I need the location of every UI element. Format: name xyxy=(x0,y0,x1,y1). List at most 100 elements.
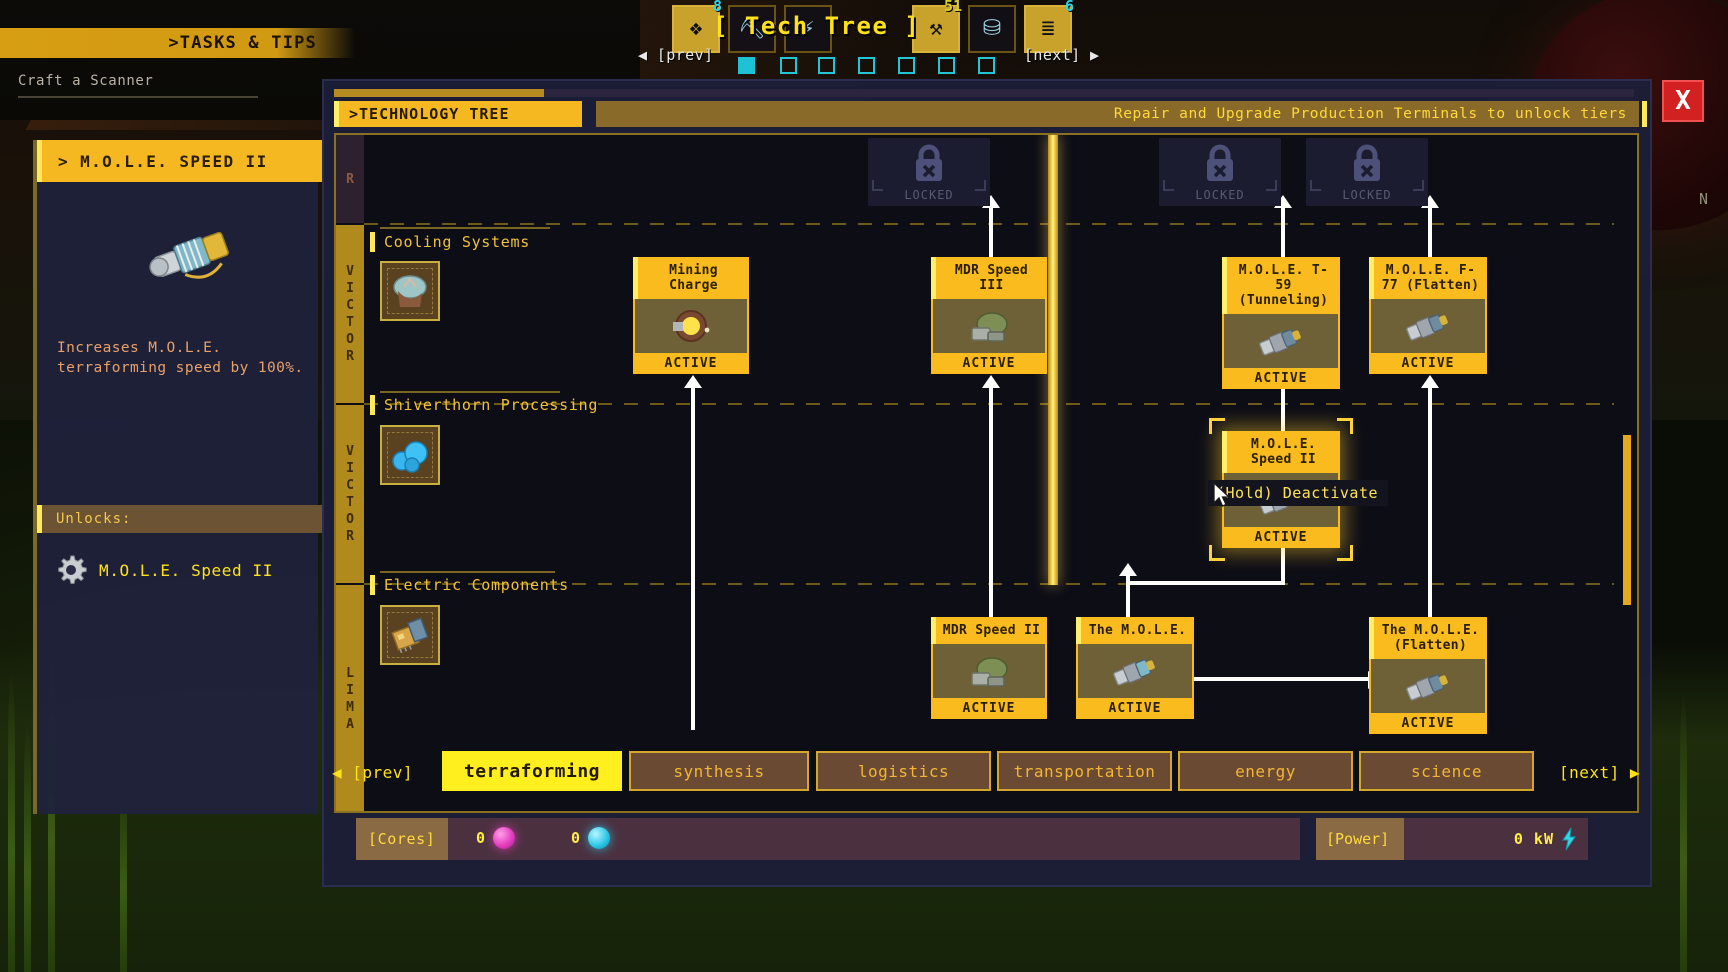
locked-label: LOCKED xyxy=(904,188,953,202)
category-prev-button[interactable]: ◀ [prev] xyxy=(332,763,413,782)
mole-art xyxy=(1076,644,1194,698)
tier-letter: T xyxy=(346,494,354,511)
row-label: Shiverthorn Processing xyxy=(384,396,598,414)
tech-node-mdr-speed-ii[interactable]: MDR Speed II ACTIVE xyxy=(931,617,1047,719)
category-tab-bar[interactable]: ◀ [prev] terraforming synthesis logistic… xyxy=(332,751,1642,795)
tech-node-the-mole-flatten[interactable]: The M.O.L.E. (Flatten) ACTIVE xyxy=(1369,617,1487,734)
row-underline xyxy=(380,227,550,229)
tech-node-state: ACTIVE xyxy=(1222,527,1340,548)
tech-info-title-bar: > M.O.L.E. SPEED II xyxy=(37,140,322,182)
tech-node-mole-t59[interactable]: M.O.L.E. T-59 (Tunneling) ACTIVE xyxy=(1222,257,1340,389)
window-title-tab: >TECHNOLOGY TREE xyxy=(334,101,582,127)
tech-node-state: ACTIVE xyxy=(1076,698,1194,719)
unlock-item-label: M.O.L.E. Speed II xyxy=(99,561,273,580)
tier-letter: M xyxy=(346,699,354,716)
hotbar-selector-3[interactable] xyxy=(818,57,835,74)
mouse-cursor-icon xyxy=(1212,482,1234,508)
cooling-systems-thumb[interactable] xyxy=(380,261,440,321)
tech-node-mole-f77[interactable]: M.O.L.E. F-77 (Flatten) ACTIVE xyxy=(1369,257,1487,374)
panel-icon: ≣ xyxy=(1041,18,1054,40)
grass-blade xyxy=(8,672,15,972)
mdr-drill-icon xyxy=(962,304,1016,348)
unlocks-header: Unlocks: xyxy=(37,505,322,533)
power-value-group: 0 kW xyxy=(1404,827,1588,851)
tab-transportation[interactable]: transportation xyxy=(997,751,1172,791)
lightning-bolt-icon xyxy=(1560,827,1578,851)
compass-letter: N xyxy=(1699,190,1710,208)
locked-node-3[interactable]: LOCKED xyxy=(1306,138,1428,206)
tech-tree-canvas[interactable]: R V I C T O R V I C T O R L I M xyxy=(334,133,1639,813)
tech-node-mining-charge[interactable]: Mining Charge ACTIVE xyxy=(633,257,749,374)
window-title: >TECHNOLOGY TREE xyxy=(349,105,510,123)
unlock-item-row[interactable]: M.O.L.E. Speed II xyxy=(53,552,273,588)
node-tooltip: (Hold) Deactivate xyxy=(1208,480,1388,506)
magenta-core-icon xyxy=(493,827,515,849)
core-magenta-item[interactable]: 0 xyxy=(476,827,515,849)
hotbar-selector-5[interactable] xyxy=(898,57,915,74)
core-cyan-item[interactable]: 0 xyxy=(571,827,610,849)
tab-science[interactable]: science xyxy=(1359,751,1534,791)
category-next-button[interactable]: [next] ▶ xyxy=(1559,763,1640,782)
locked-label: LOCKED xyxy=(1195,188,1244,202)
row-accent-bar xyxy=(370,232,375,252)
game-screen: N ❖ 8 ⛏ ⚡ ⚒ 51 ⛁ ≣ 6 xyxy=(0,0,1728,972)
tech-node-state: ACTIVE xyxy=(931,698,1047,719)
hotbar-prev-label: [prev] xyxy=(657,46,714,64)
row-header-cooling-systems: Cooling Systems xyxy=(370,232,530,252)
grass-blade xyxy=(1680,692,1687,972)
tasks-and-tips-header[interactable]: >TASKS & TIPS xyxy=(0,28,355,58)
mdr-drill-icon xyxy=(962,649,1016,693)
tech-node-state: ACTIVE xyxy=(633,353,749,374)
mole-drill-icon: ❖ xyxy=(689,18,702,40)
gear-icon xyxy=(53,552,89,588)
tier-letter: V xyxy=(346,443,354,460)
tab-terraforming[interactable]: terraforming xyxy=(442,751,622,791)
hotbar-selector-4[interactable] xyxy=(858,57,875,74)
tech-node-state: ACTIVE xyxy=(1369,713,1487,734)
tech-node-the-mole[interactable]: The M.O.L.E. ACTIVE xyxy=(1076,617,1194,719)
tech-info-panel: > M.O.L.E. SPEED II Increases M.O.L.E. t… xyxy=(33,140,318,814)
tech-node-title: MDR Speed II xyxy=(931,617,1047,644)
row-label: Cooling Systems xyxy=(384,233,530,251)
hotbar-selector-7[interactable] xyxy=(978,57,995,74)
current-task-text: Craft a Scanner xyxy=(18,73,153,89)
hotbar-prev-button[interactable]: ◀ [prev] xyxy=(638,46,713,64)
row-underline xyxy=(380,391,560,393)
shiverthorn-thumb[interactable] xyxy=(380,425,440,485)
hotbar-selector-6[interactable] xyxy=(938,57,955,74)
tech-node-mdr-speed-iii[interactable]: MDR Speed III ACTIVE xyxy=(931,257,1047,374)
window-hint-text: Repair and Upgrade Production Terminals … xyxy=(1114,106,1627,122)
connector-arrow xyxy=(982,375,1000,388)
tech-item-image xyxy=(137,215,247,295)
container-icon: ⛁ xyxy=(983,18,1001,40)
tab-energy[interactable]: energy xyxy=(1178,751,1353,791)
tab-logistics[interactable]: logistics xyxy=(816,751,991,791)
tier-letter: O xyxy=(346,331,354,348)
locked-label: LOCKED xyxy=(1342,188,1391,202)
row-label: Electric Components xyxy=(384,576,569,594)
mole-art xyxy=(1369,659,1487,713)
tier-rail-romeo: R xyxy=(336,135,364,223)
tier-letter: I xyxy=(346,460,354,477)
highlighted-path-rail xyxy=(1048,135,1058,585)
canvas-scrollbar-thumb[interactable] xyxy=(1623,435,1631,605)
connector-mole-branch xyxy=(1126,581,1285,585)
locked-node-2[interactable]: LOCKED xyxy=(1159,138,1281,206)
tier-letter: R xyxy=(346,171,354,188)
hotbar-selector-1[interactable] xyxy=(738,57,755,74)
tech-node-title: M.O.L.E. Speed II xyxy=(1222,431,1340,473)
mole-drill-icon xyxy=(1399,306,1457,346)
row-accent-bar xyxy=(370,395,375,415)
tab-synthesis[interactable]: synthesis xyxy=(629,751,809,791)
hotbar-next-button[interactable]: [next] ▶ xyxy=(1024,46,1099,64)
unlocks-label: Unlocks: xyxy=(56,511,131,527)
selection-bracket xyxy=(1337,418,1353,434)
close-button[interactable]: X xyxy=(1662,80,1704,122)
hotbar-selector-2[interactable] xyxy=(780,57,797,74)
tab-label: science xyxy=(1411,762,1482,781)
electric-components-thumb[interactable] xyxy=(380,605,440,665)
locked-node-1[interactable]: LOCKED xyxy=(868,138,990,206)
tech-node-title: The M.O.L.E. (Flatten) xyxy=(1369,617,1487,659)
hotbar-slot-5[interactable]: ⛁ xyxy=(968,5,1016,53)
tab-label: energy xyxy=(1235,762,1296,781)
